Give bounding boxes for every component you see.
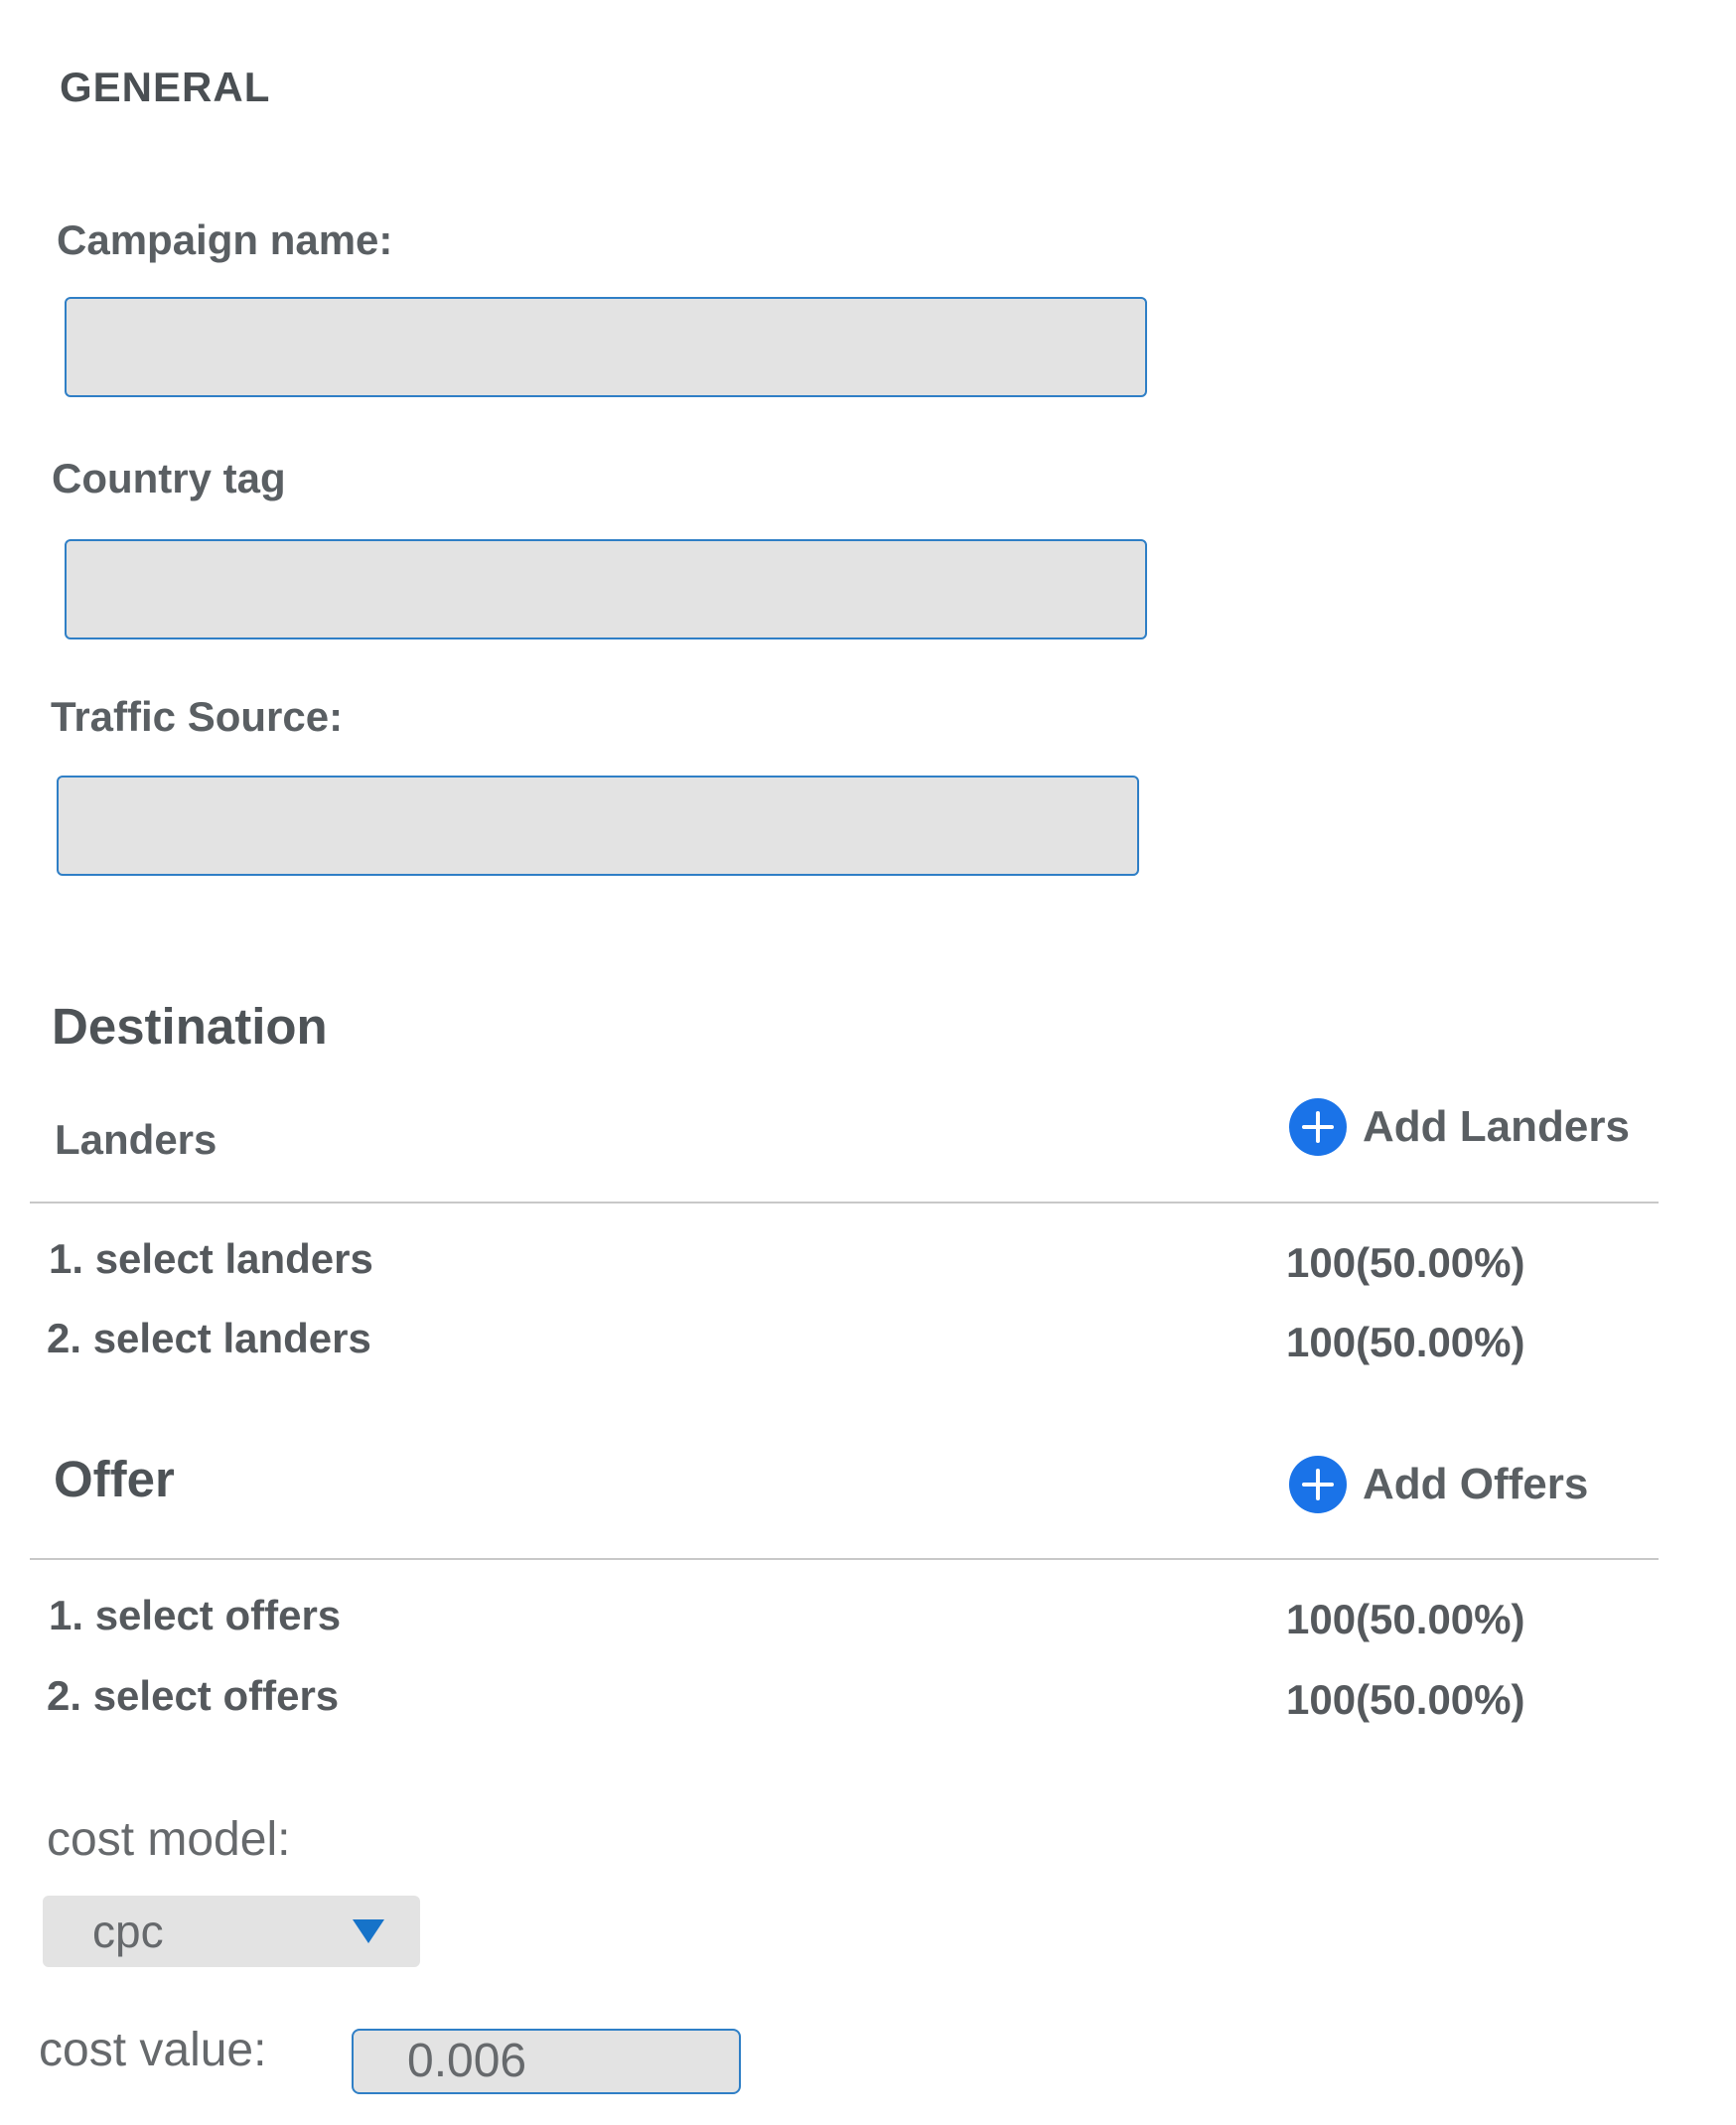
offer-row-2-weight: 100(50.00%) xyxy=(1286,1676,1525,1723)
lander-row-2-label[interactable]: 2. select landers xyxy=(47,1315,371,1362)
country-tag-input[interactable] xyxy=(65,539,1147,639)
add-landers-button[interactable]: Add Landers xyxy=(1289,1098,1630,1156)
cost-model-value: cpc xyxy=(92,1906,164,1957)
country-tag-label: Country tag xyxy=(52,455,286,501)
plus-circle-icon xyxy=(1289,1456,1347,1513)
cost-model-select[interactable]: cpc xyxy=(43,1896,420,1967)
lander-row-1-label[interactable]: 1. select landers xyxy=(49,1235,373,1283)
offer-heading: Offer xyxy=(54,1451,175,1507)
traffic-source-input[interactable] xyxy=(57,776,1139,876)
campaign-name-input[interactable] xyxy=(65,297,1147,397)
offers-divider xyxy=(30,1558,1659,1560)
add-offers-label: Add Offers xyxy=(1363,1460,1589,1508)
destination-heading: Destination xyxy=(52,998,328,1055)
add-offers-button[interactable]: Add Offers xyxy=(1289,1456,1588,1513)
landers-divider xyxy=(30,1202,1659,1204)
add-landers-label: Add Landers xyxy=(1363,1102,1630,1151)
section-title-general: GENERAL xyxy=(60,64,271,110)
offer-row-1-weight: 100(50.00%) xyxy=(1286,1596,1525,1642)
traffic-source-label: Traffic Source: xyxy=(51,693,344,740)
offer-row-2-label[interactable]: 2. select offers xyxy=(47,1672,339,1720)
plus-circle-icon xyxy=(1289,1098,1347,1156)
cost-model-label: cost model: xyxy=(47,1813,291,1866)
landers-label: Landers xyxy=(55,1116,217,1163)
offer-row-1-label[interactable]: 1. select offers xyxy=(49,1592,341,1639)
lander-row-2-weight: 100(50.00%) xyxy=(1286,1319,1525,1365)
campaign-name-label: Campaign name: xyxy=(57,216,393,263)
cost-value-input[interactable]: 0.006 xyxy=(352,2029,741,2094)
lander-row-1-weight: 100(50.00%) xyxy=(1286,1239,1525,1286)
cost-value-label: cost value: xyxy=(39,2024,267,2076)
triangle-down-icon xyxy=(353,1919,384,1943)
